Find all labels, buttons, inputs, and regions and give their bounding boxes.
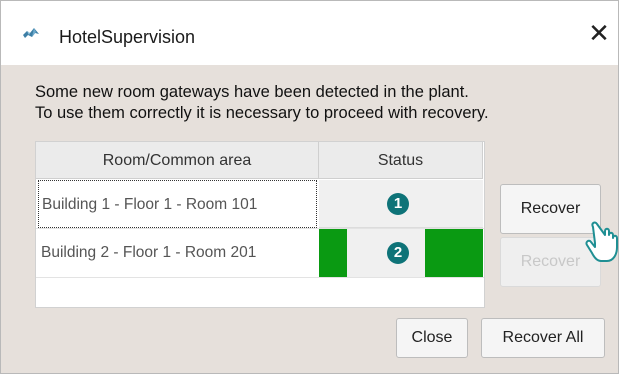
hotel-app-icon	[23, 28, 39, 38]
table-row-1-room[interactable]: Building 1 - Floor 1 - Room 101	[38, 180, 317, 228]
window-title: HotelSupervision	[59, 27, 196, 47]
table-row-2-room[interactable]: Building 2 - Floor 1 - Room 201	[38, 229, 317, 277]
recovery-message: Some new room gateways have been detecte…	[35, 82, 489, 124]
callout-badge-2: 2	[387, 242, 409, 264]
status-green-bar-left	[319, 229, 347, 277]
gateway-table: Room/Common area Status Building 1 - Flo…	[35, 141, 485, 308]
status-green-bar-right	[425, 229, 483, 277]
title-bar: HotelSupervision ✕	[1, 1, 618, 65]
dialog-window: HotelSupervision ✕ Some new room gateway…	[0, 0, 619, 374]
close-icon[interactable]: ✕	[587, 20, 611, 46]
column-header-status[interactable]: Status	[319, 142, 483, 179]
row-divider	[36, 277, 484, 278]
table-row-2-status[interactable]: 2	[319, 229, 483, 277]
message-line-2: To use them correctly it is necessary to…	[35, 104, 489, 122]
recover-all-button[interactable]: Recover All	[481, 318, 605, 358]
table-row-1-status[interactable]: 1	[319, 180, 483, 228]
message-line-1: Some new room gateways have been detecte…	[35, 83, 469, 101]
hand-pointer-icon	[585, 221, 618, 262]
close-button[interactable]: Close	[396, 318, 468, 358]
column-header-room[interactable]: Room/Common area	[36, 142, 319, 179]
callout-badge-1: 1	[387, 193, 409, 215]
